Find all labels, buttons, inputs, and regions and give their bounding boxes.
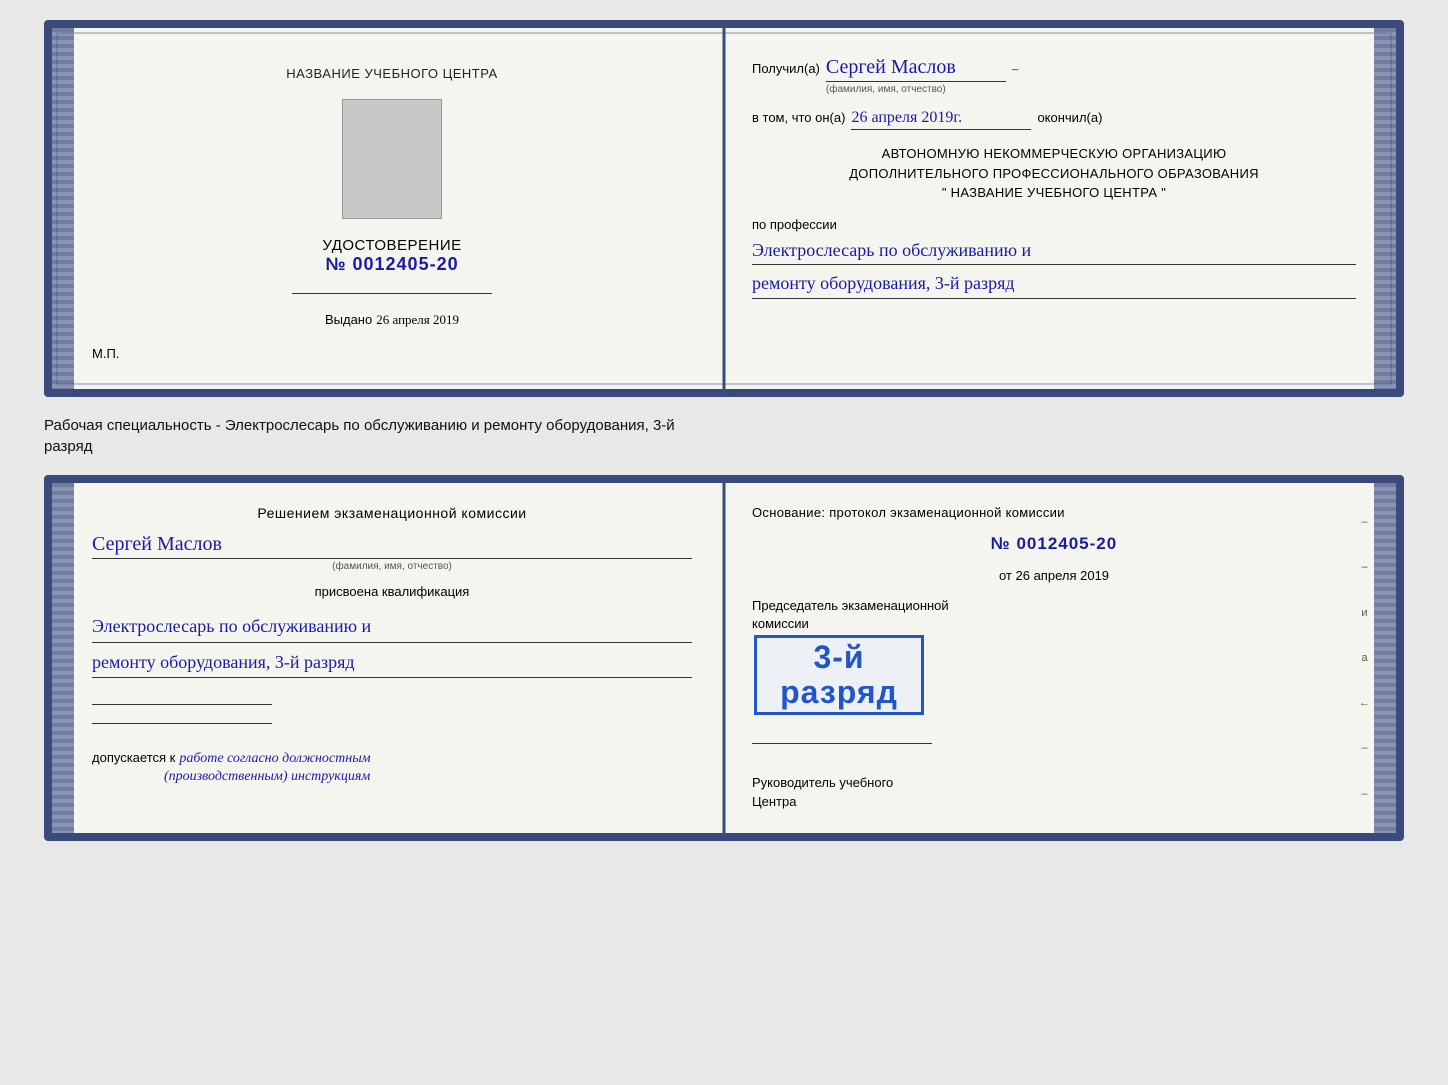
prisvoena-label: присвоена квалификация	[92, 584, 692, 599]
sig-line-2	[92, 723, 272, 724]
protocol-num-block: № 0012405-20	[752, 534, 1356, 554]
udost-title: УДОСТОВЕРЕНИЕ	[322, 237, 461, 254]
ot-date: 26 апреля 2019	[1016, 568, 1110, 583]
predsedatel-line2: комиссии	[752, 615, 1356, 633]
top-certificate-card: НАЗВАНИЕ УЧЕБНОГО ЦЕНТРА УДОСТОВЕРЕНИЕ №…	[44, 20, 1404, 397]
sig-lines-block	[92, 698, 692, 730]
dopuskaetsya-value: работе согласно должностным	[179, 751, 370, 767]
org-block: АВТОНОМНУЮ НЕКОММЕРЧЕСКУЮ ОРГАНИЗАЦИЮ ДО…	[752, 144, 1356, 203]
photo-placeholder	[342, 99, 442, 219]
profession-block-top: по профессии Электрослесарь по обслужива…	[752, 217, 1356, 300]
vydano-label: Выдано	[325, 312, 372, 327]
between-line2: разряд	[44, 436, 1404, 457]
top-card-right-panel: Получил(а) Сергей Маслов (фамилия, имя, …	[724, 28, 1396, 389]
org-line3: " НАЗВАНИЕ УЧЕБНОГО ЦЕНТРА "	[752, 183, 1356, 203]
num-prefix: №	[991, 534, 1011, 553]
org-line1: АВТОНОМНУЮ НЕКОММЕРЧЕСКУЮ ОРГАНИЗАЦИЮ	[752, 144, 1356, 164]
vydano-row: Выдано 26 апреля 2019	[325, 312, 459, 328]
rukovoditel-line1: Руководитель учебного	[752, 774, 1356, 792]
sig-line-right-1	[752, 743, 932, 744]
komissia-title: Решением экзаменационной комиссии	[92, 505, 692, 521]
bottom-card-left-panel: Решением экзаменационной комиссии Сергей…	[52, 483, 724, 833]
dash-top: –	[1012, 61, 1019, 77]
po-professii-label: по профессии	[752, 217, 1356, 232]
poluchil-label: Получил(а)	[752, 61, 820, 76]
num-value: 0012405-20	[1016, 534, 1117, 553]
okonchil-label: окончил(а)	[1037, 110, 1102, 125]
udost-num-prefix: №	[325, 254, 346, 274]
annotation-dash-1: –	[1361, 516, 1367, 528]
qualification-block: Электрослесарь по обслуживанию и ремонту…	[92, 611, 692, 678]
dopuskaetsya-label: допускается к	[92, 750, 175, 765]
dopuskaetsya-block: допускается к работе согласно должностны…	[92, 750, 692, 785]
annotation-a: а	[1361, 652, 1367, 664]
annotation-dash-4: –	[1361, 788, 1367, 800]
predsedatel-block: Председатель экзаменационной комиссии	[752, 597, 1356, 633]
sig-line-1	[92, 704, 272, 705]
right-edge-annotations: – – и а ← – –	[1359, 483, 1370, 833]
vtom-label: в том, что он(а)	[752, 110, 845, 125]
person-name-bottom: Сергей Маслов	[92, 533, 692, 559]
date-ot-block: от 26 апреля 2019	[752, 568, 1356, 583]
vydano-date: 26 апреля 2019	[376, 312, 459, 328]
profession-line1: Электрослесарь по обслуживанию и	[752, 236, 1356, 266]
udost-number: № 0012405-20	[322, 254, 461, 275]
qual-line2: ремонту оборудования, 3-й разряд	[92, 647, 692, 679]
between-line1: Рабочая специальность - Электрослесарь п…	[44, 415, 1404, 436]
udostoverenie-block: УДОСТОВЕРЕНИЕ № 0012405-20	[322, 237, 461, 275]
annotation-dash-3: –	[1361, 742, 1367, 754]
between-text-block: Рабочая специальность - Электрослесарь п…	[44, 415, 1404, 457]
bottom-card-right-panel: Основание: протокол экзаменационной коми…	[724, 483, 1396, 833]
dopuskaetsya-value2: (производственным) инструкциям	[164, 769, 692, 785]
fio-sublabel-bottom: (фамилия, имя, отчество)	[92, 561, 692, 572]
person-block: Сергей Маслов (фамилия, имя, отчество)	[92, 533, 692, 572]
qual-line1: Электрослесарь по обслуживанию и	[92, 611, 692, 643]
signature-line-top	[292, 293, 492, 294]
rukovoditel-line2: Центра	[752, 793, 1356, 811]
vtom-row: в том, что он(а) 26 апреля 2019г. окончи…	[752, 109, 1356, 130]
top-card-left-content: НАЗВАНИЕ УЧЕБНОГО ЦЕНТРА УДОСТОВЕРЕНИЕ №…	[92, 56, 692, 328]
annotation-dash-2: –	[1361, 561, 1367, 573]
poluchil-row: Получил(а) Сергей Маслов (фамилия, имя, …	[752, 56, 1356, 95]
org-line2: ДОПОЛНИТЕЛЬНОГО ПРОФЕССИОНАЛЬНОГО ОБРАЗО…	[752, 164, 1356, 184]
center-name-top: НАЗВАНИЕ УЧЕБНОГО ЦЕНТРА	[286, 66, 497, 81]
predsedatel-line1: Председатель экзаменационной	[752, 597, 1356, 615]
sig-line-right	[752, 737, 1356, 750]
udost-num-value: 0012405-20	[353, 254, 459, 274]
fio-sublabel-top: (фамилия, имя, отчество)	[826, 84, 1006, 95]
poluchil-name: Сергей Маслов	[826, 56, 1006, 82]
top-card-left-panel: НАЗВАНИЕ УЧЕБНОГО ЦЕНТРА УДОСТОВЕРЕНИЕ №…	[52, 28, 724, 389]
dopuskaetsya-row: допускается к работе согласно должностны…	[92, 750, 692, 767]
profession-line2: ремонту оборудования, 3-й разряд	[752, 269, 1356, 299]
rukovoditel-block: Руководитель учебного Центра	[752, 774, 1356, 810]
annotation-i: и	[1361, 607, 1367, 619]
annotation-arrow: ←	[1359, 697, 1370, 709]
mp-label: М.П.	[92, 346, 119, 361]
stamp-text: 3-й разряд	[757, 640, 921, 710]
osnovanie-label: Основание: протокол экзаменационной коми…	[752, 505, 1356, 520]
ot-label: от	[999, 568, 1012, 583]
bottom-certificate-card: Решением экзаменационной комиссии Сергей…	[44, 475, 1404, 841]
stamp-box: 3-й разряд	[754, 635, 924, 715]
vtom-date: 26 апреля 2019г.	[851, 109, 1031, 130]
